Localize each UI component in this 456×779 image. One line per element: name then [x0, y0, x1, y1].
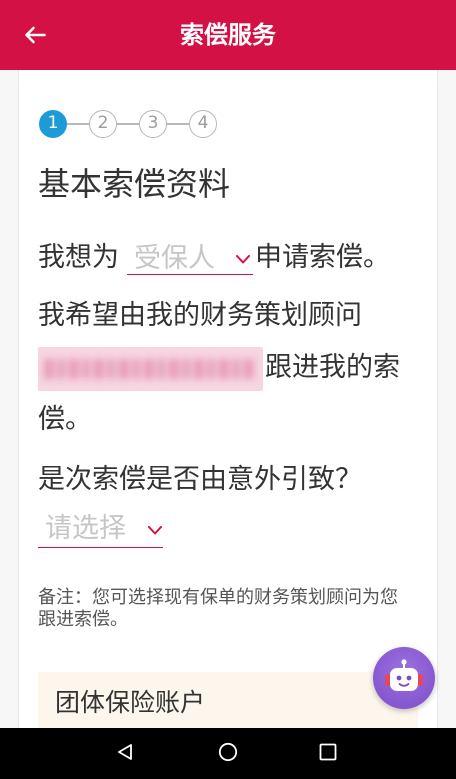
nav-back-icon[interactable]: [115, 742, 135, 762]
chatbot-icon: [373, 647, 435, 709]
section-heading: 基本索偿资料: [38, 165, 231, 203]
accident-select[interactable]: 请选择: [38, 512, 163, 548]
claim-for-sentence: 我想为 受保人 申请索偿。: [38, 235, 418, 281]
advisor-prefix: 我希望由我的财务策划顾问: [38, 300, 362, 331]
system-nav-bar: [0, 728, 456, 779]
page-title: 索偿服务: [180, 21, 276, 49]
advisor-sentence: 我希望由我的财务策划顾问 跟进我的索偿。: [38, 290, 418, 446]
app-header: 索偿服务: [0, 0, 456, 70]
step-connector: [167, 123, 189, 125]
section-title: 团体保险账户: [55, 688, 206, 717]
step-1: 1: [39, 110, 67, 138]
accident-question: 是次索偿是否由意外引致？: [38, 464, 362, 495]
redacted-name-blur: [44, 358, 255, 379]
step-4: 4: [189, 110, 217, 138]
step-3: 3: [139, 110, 167, 138]
step-indicator: 1 2 3 4: [39, 110, 217, 138]
step-connector: [117, 123, 139, 125]
insured-select-placeholder: 受保人: [134, 242, 215, 274]
arrow-left-icon: [24, 26, 46, 44]
group-insurance-account-section[interactable]: 团体保险账户: [38, 672, 418, 728]
claim-for-suffix: 申请索偿。: [255, 242, 390, 273]
step-2: 2: [89, 110, 117, 138]
chevron-down-icon: [148, 526, 162, 535]
chatbot-button[interactable]: [373, 647, 435, 709]
nav-home-icon[interactable]: [218, 742, 238, 762]
nav-recents-icon[interactable]: [318, 742, 338, 762]
claim-for-prefix: 我想为: [38, 242, 119, 273]
note-text: 备注：您可选择现有保单的财务策划顾问为您跟进索偿。: [38, 587, 398, 630]
accident-select-placeholder: 请选择: [45, 513, 126, 544]
insured-select[interactable]: 受保人: [127, 243, 253, 275]
chevron-down-icon: [236, 254, 250, 264]
back-button[interactable]: [16, 17, 54, 53]
advisor-name-field[interactable]: [38, 346, 263, 391]
step-connector: [67, 123, 89, 125]
